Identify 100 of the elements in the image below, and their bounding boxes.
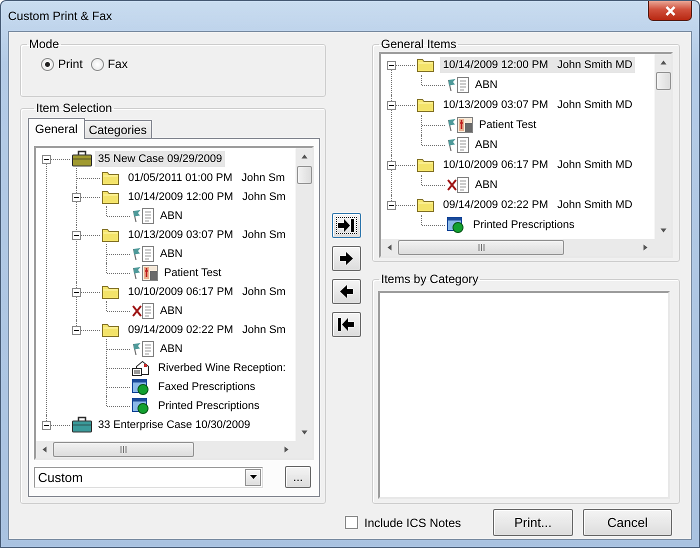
folder-icon — [102, 190, 119, 204]
document-icon — [457, 77, 469, 93]
checkbox-label[interactable]: Include ICS Notes — [364, 516, 461, 530]
flag-icon — [132, 208, 142, 222]
group-label: Item Selection — [35, 101, 114, 115]
tree-item[interactable]: 01/05/2011 01:00 PM John Sm — [125, 170, 288, 186]
prescription-icon — [132, 378, 149, 394]
folder-icon — [417, 98, 434, 112]
checkbox[interactable] — [345, 516, 358, 529]
close-button[interactable] — [648, 1, 692, 21]
tree-item[interactable]: ABN — [472, 177, 501, 193]
radio-button[interactable] — [41, 58, 54, 70]
tree-item[interactable]: 10/14/2009 12:00 PM John Sm — [125, 188, 289, 204]
prescription-icon — [132, 398, 149, 414]
horizontal-scrollbar[interactable] — [36, 441, 295, 458]
tree-item[interactable]: ABN — [157, 302, 186, 318]
tree-item[interactable]: ABN — [157, 340, 186, 356]
scroll-thumb[interactable] — [297, 166, 312, 184]
scroll-thumb[interactable] — [656, 72, 671, 90]
tree-item[interactable]: 33 Enterprise Case 10/30/2009 — [95, 416, 254, 432]
tree-item[interactable]: 10/13/2009 03:07 PM John Smith MD — [440, 97, 636, 113]
scroll-thumb[interactable] — [398, 240, 564, 255]
horizontal-scrollbar[interactable] — [381, 239, 654, 256]
folder-icon — [102, 170, 119, 184]
right-arrow-icon — [340, 252, 352, 265]
document-icon — [457, 177, 469, 193]
tab[interactable]: Categories — [84, 120, 152, 138]
tree-item[interactable]: Patient Test — [476, 117, 540, 133]
flag-icon — [132, 246, 142, 260]
vertical-scrollbar[interactable] — [295, 148, 312, 441]
tree-item[interactable]: 10/10/2009 06:17 PM John Smith MD — [440, 157, 636, 173]
folder-icon — [417, 58, 434, 72]
preset-dropdown[interactable]: Custom — [34, 466, 263, 488]
cross-icon — [447, 179, 457, 191]
tree-item[interactable]: 09/14/2009 02:22 PM John Smith MD — [440, 197, 636, 213]
expand-toggle[interactable] — [387, 61, 396, 70]
radio-button[interactable] — [90, 58, 104, 70]
cross-icon — [132, 304, 142, 316]
group-label: Items by Category — [380, 272, 480, 286]
tree-item[interactable]: ABN — [157, 208, 186, 224]
remove-all-button[interactable] — [332, 312, 360, 337]
letter-icon — [132, 360, 150, 376]
add-all-button[interactable] — [332, 213, 360, 238]
dropdown-button[interactable] — [245, 468, 261, 486]
bar-arrow-icon — [338, 318, 354, 331]
group-label: Mode — [28, 37, 60, 51]
tab[interactable]: General — [28, 118, 85, 139]
folder-icon — [102, 322, 119, 336]
radio-label[interactable]: Fax — [108, 57, 128, 71]
folder-icon — [417, 198, 434, 212]
document-icon — [142, 208, 154, 224]
test-report-icon — [457, 117, 473, 133]
document-icon — [142, 302, 154, 318]
tree-item[interactable]: Faxed Prescriptions — [155, 378, 258, 394]
group-label: General Items — [380, 37, 458, 51]
expand-toggle[interactable] — [72, 326, 81, 335]
tree-item[interactable]: 10/13/2009 03:07 PM John Sm — [125, 226, 289, 242]
caret-icon — [250, 475, 256, 479]
tree-item[interactable]: ABN — [157, 246, 186, 262]
expand-toggle[interactable] — [72, 231, 81, 240]
tree-item[interactable]: ABN — [472, 137, 501, 153]
expand-toggle[interactable] — [387, 101, 396, 110]
folder-icon — [102, 228, 119, 242]
tree-item[interactable]: 10/14/2009 12:00 PM John Smith MD — [440, 57, 636, 73]
tree-item[interactable]: 10/10/2009 06:17 PM John Sm — [125, 284, 289, 300]
expand-toggle[interactable] — [42, 155, 51, 164]
add-button[interactable] — [332, 246, 360, 271]
expand-toggle[interactable] — [387, 161, 396, 170]
flag-icon — [447, 78, 457, 92]
remove-button[interactable] — [332, 279, 360, 304]
expand-toggle[interactable] — [387, 201, 396, 210]
print-button[interactable]: Print... — [493, 509, 573, 536]
prescription-icon — [447, 217, 464, 233]
scroll-thumb[interactable] — [53, 442, 194, 457]
folder-icon — [102, 284, 119, 298]
test-report-icon — [142, 264, 158, 280]
vertical-scrollbar[interactable] — [654, 54, 671, 239]
radio-label[interactable]: Print — [58, 57, 83, 71]
document-icon — [142, 340, 154, 356]
tree-item[interactable]: Printed Prescriptions — [155, 398, 262, 414]
tree-item[interactable]: Riverbed Wine Reception: — [155, 360, 289, 376]
document-icon — [457, 137, 469, 153]
flag-icon — [447, 118, 457, 132]
cancel-button[interactable]: Cancel — [583, 509, 672, 536]
tree-item[interactable]: 09/14/2009 02:22 PM John Sm — [125, 322, 289, 338]
window-title: Custom Print & Fax — [8, 9, 112, 23]
close-icon — [664, 6, 676, 16]
tree-item[interactable]: Patient Test — [161, 264, 224, 280]
expand-toggle[interactable] — [72, 193, 81, 202]
expand-toggle[interactable] — [42, 421, 51, 430]
tree-item[interactable]: 35 New Case 09/29/2009 — [95, 150, 226, 166]
flag-icon — [132, 342, 142, 356]
left-arrow-icon — [340, 285, 352, 298]
expand-toggle[interactable] — [72, 288, 81, 297]
browse-button[interactable]: ... — [285, 466, 311, 488]
tree-item[interactable]: ABN — [472, 77, 501, 93]
arrow-to-bar-icon — [338, 219, 354, 232]
flag-icon — [132, 266, 142, 280]
flag-icon — [447, 138, 457, 152]
tree-item[interactable]: Printed Prescriptions — [470, 217, 578, 233]
